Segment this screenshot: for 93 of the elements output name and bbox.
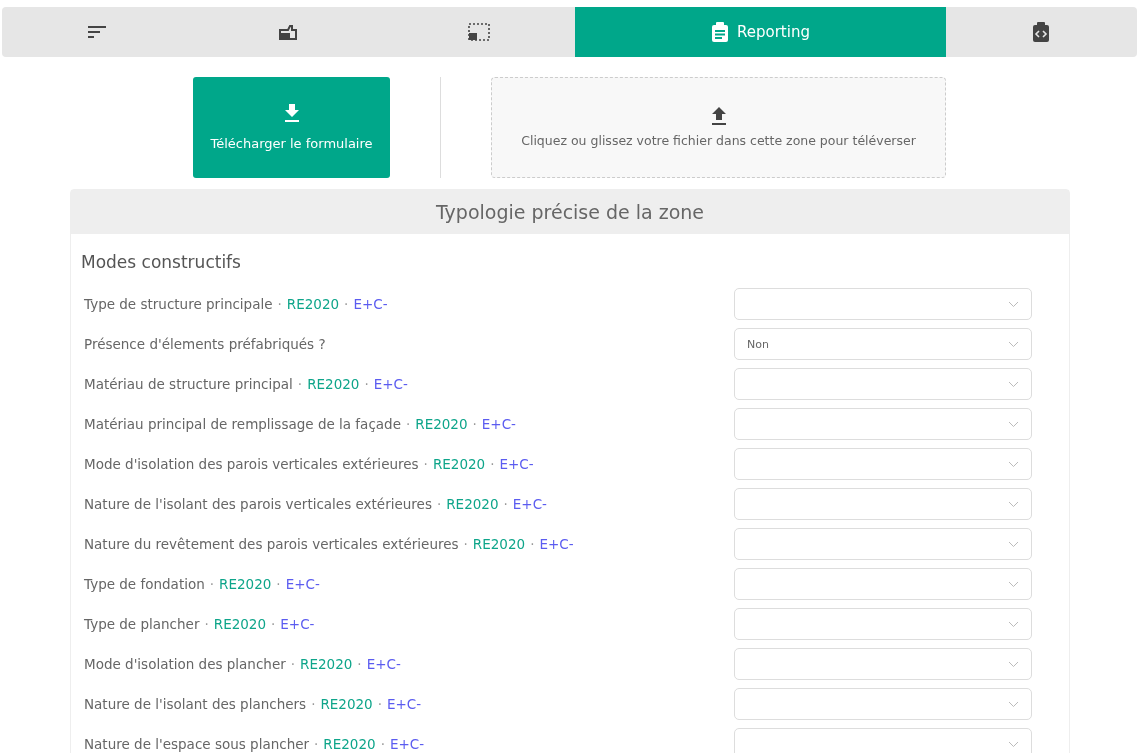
select-field[interactable] bbox=[734, 648, 1032, 680]
upload-icon bbox=[710, 107, 727, 125]
norm-tag: RE2020 bbox=[213, 616, 267, 632]
field-label: Nature de l'isolant des planchers bbox=[84, 696, 307, 712]
separator-dot: · bbox=[297, 376, 303, 392]
building-icon bbox=[278, 24, 299, 40]
norm-tag: RE2020 bbox=[415, 416, 468, 432]
separator-dot: · bbox=[405, 416, 411, 432]
code-clipboard-icon bbox=[1032, 22, 1051, 42]
separator-dot: · bbox=[314, 736, 319, 752]
norm-tag: E+C- bbox=[389, 736, 425, 752]
download-form-button[interactable]: Télécharger le formulaire bbox=[193, 77, 390, 178]
norm-tag: E+C- bbox=[512, 496, 547, 512]
norm-tag: E+C- bbox=[539, 536, 574, 552]
separator-dot: · bbox=[490, 456, 495, 472]
separator-dot: · bbox=[472, 416, 477, 432]
separator-dot: · bbox=[463, 536, 468, 552]
separator-dot: · bbox=[380, 736, 385, 752]
norm-tag: RE2020 bbox=[300, 656, 353, 672]
norm-tag: RE2020 bbox=[446, 496, 499, 512]
field-label: Nature du revêtement des parois verticales extérieures bbox=[84, 536, 459, 552]
chevron-down-icon bbox=[1008, 460, 1019, 468]
separator-dot: · bbox=[277, 296, 282, 312]
select-field[interactable] bbox=[734, 608, 1032, 640]
norm-tag: E+C- bbox=[481, 416, 516, 432]
chevron-down-icon bbox=[1008, 540, 1019, 548]
select-field[interactable] bbox=[734, 568, 1032, 600]
chevron-down-icon bbox=[1008, 740, 1019, 748]
download-icon bbox=[283, 104, 300, 122]
select-field[interactable] bbox=[734, 448, 1032, 480]
upload-instructions: Cliquez ou glissez votre fichier dans cette zone pour téléverser bbox=[521, 133, 916, 148]
chevron-down-icon bbox=[1008, 500, 1019, 508]
separator-dot: · bbox=[344, 296, 349, 312]
field-label: Mode d'isolation des plancher bbox=[84, 656, 286, 672]
clipboard-icon bbox=[711, 22, 729, 42]
norm-tag: E+C- bbox=[280, 616, 315, 632]
norm-tag: E+C- bbox=[353, 296, 388, 312]
separator-dot: · bbox=[530, 536, 535, 552]
field-label: Type de plancher bbox=[84, 616, 200, 632]
separator-dot: · bbox=[311, 696, 316, 712]
selection-area-icon bbox=[468, 23, 491, 41]
norm-tag: RE2020 bbox=[323, 736, 376, 752]
norm-tag: RE2020 bbox=[307, 376, 360, 392]
select-field[interactable] bbox=[734, 728, 1032, 753]
separator-dot: · bbox=[357, 656, 362, 672]
separator-dot: · bbox=[436, 496, 442, 512]
norm-tag: E+C- bbox=[366, 656, 401, 672]
field-label: Présence d'élements préfabriqués ? bbox=[84, 336, 326, 352]
separator-dot: · bbox=[423, 456, 428, 472]
norm-tag: E+C- bbox=[285, 576, 320, 592]
field-label: Nature de l'espace sous plancher bbox=[84, 736, 310, 752]
field-label: Nature de l'isolant des parois verticales extérieures bbox=[84, 496, 432, 512]
select-field[interactable] bbox=[734, 488, 1032, 520]
separator-dot: · bbox=[276, 576, 281, 592]
field-label: Type de fondation bbox=[84, 576, 205, 592]
norm-tag: E+C- bbox=[373, 376, 408, 392]
chevron-down-icon bbox=[1008, 340, 1019, 348]
select-field[interactable] bbox=[734, 688, 1032, 720]
norm-tag: RE2020 bbox=[286, 296, 340, 312]
chevron-down-icon bbox=[1008, 620, 1019, 628]
select-field[interactable] bbox=[734, 528, 1032, 560]
chevron-down-icon bbox=[1008, 700, 1019, 708]
select-field[interactable] bbox=[734, 368, 1032, 400]
norm-tag: E+C- bbox=[387, 696, 422, 712]
norm-tag: RE2020 bbox=[219, 576, 272, 592]
norm-tag: RE2020 bbox=[320, 696, 373, 712]
chevron-down-icon bbox=[1008, 580, 1019, 588]
field-label: Type de structure principale bbox=[84, 296, 273, 312]
tab[interactable]: Reporting bbox=[574, 7, 946, 57]
chevron-down-icon bbox=[1008, 380, 1019, 388]
select-field[interactable]: Non bbox=[734, 328, 1032, 360]
separator-dot: · bbox=[503, 496, 508, 512]
separator-dot: · bbox=[377, 696, 382, 712]
norm-tag: RE2020 bbox=[472, 536, 526, 552]
separator-dot: · bbox=[290, 656, 296, 672]
chevron-down-icon bbox=[1008, 420, 1019, 428]
norm-tag: E+C- bbox=[499, 456, 534, 472]
separator-dot: · bbox=[204, 616, 209, 632]
select-field[interactable] bbox=[734, 288, 1032, 320]
upload-drop-zone[interactable]: Cliquez ou glissez votre fichier dans cette zone pour téléverser bbox=[491, 77, 946, 178]
field-label: Matériau de structure principal bbox=[84, 376, 293, 392]
field-label: Mode d'isolation des parois verticales extérieures bbox=[84, 456, 419, 472]
chevron-down-icon bbox=[1008, 300, 1019, 308]
separator-dot: · bbox=[364, 376, 369, 392]
separator-dot: · bbox=[209, 576, 215, 592]
section-heading: Modes constructifs bbox=[81, 252, 242, 272]
separator-dot: · bbox=[271, 616, 276, 632]
panel-title: Typologie précise de la zone bbox=[71, 190, 1069, 234]
sort-icon bbox=[87, 25, 108, 39]
field-label: Matériau principal de remplissage de la façade bbox=[84, 416, 401, 432]
select-field[interactable] bbox=[734, 408, 1032, 440]
norm-tag: RE2020 bbox=[432, 456, 486, 472]
chevron-down-icon bbox=[1008, 660, 1019, 668]
